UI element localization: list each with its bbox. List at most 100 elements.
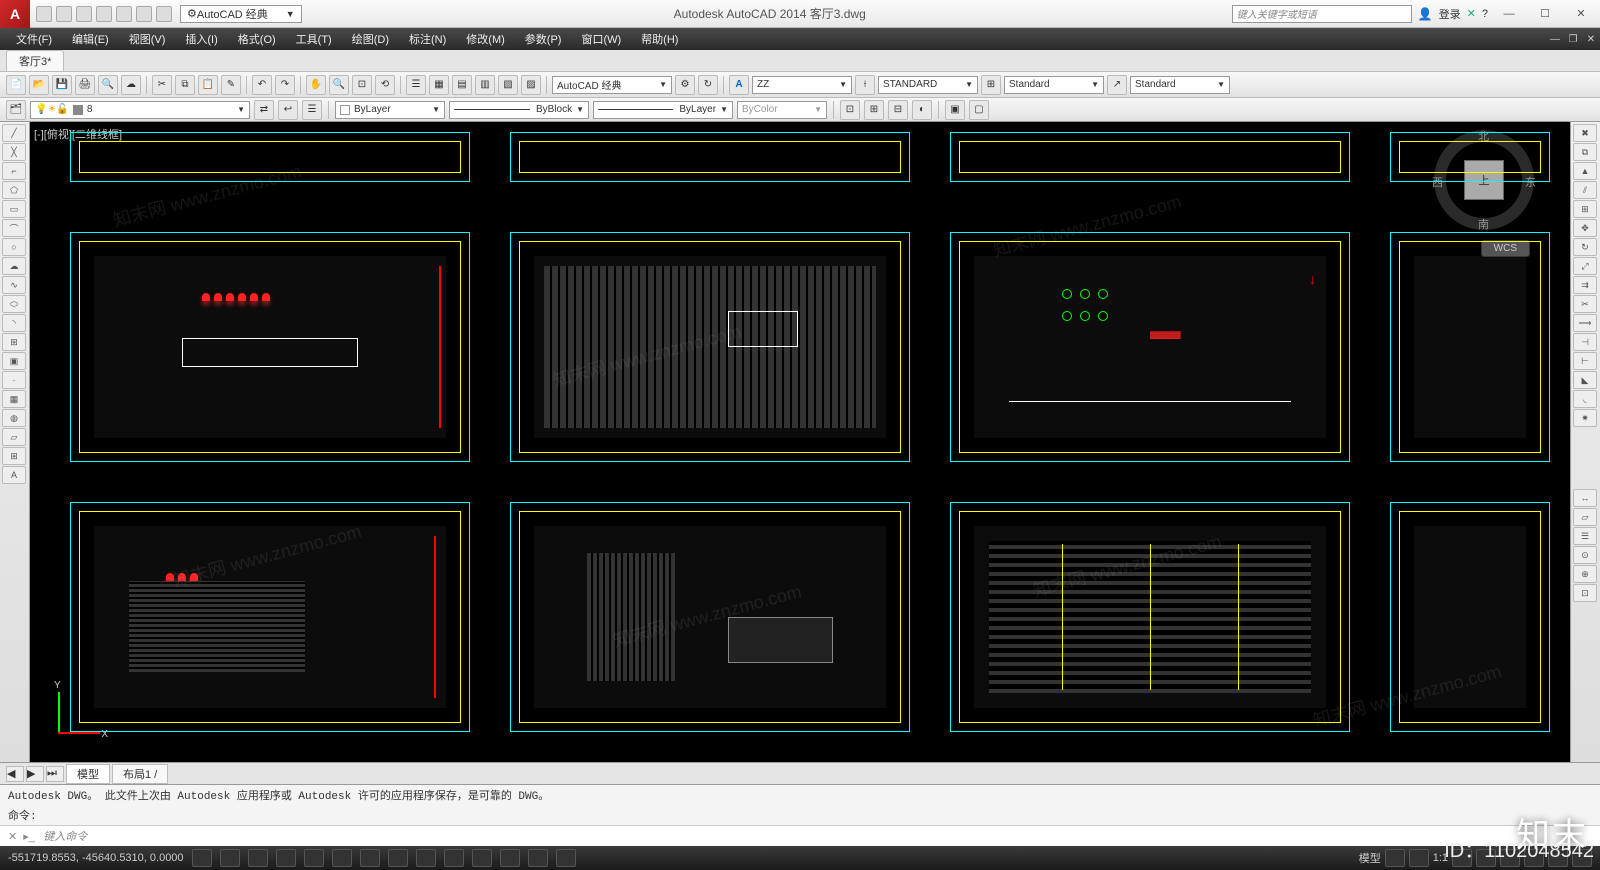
grid-icon[interactable] bbox=[220, 849, 240, 867]
status-grid-icon[interactable] bbox=[1385, 849, 1405, 867]
spline-icon[interactable]: ∿ bbox=[2, 276, 26, 294]
zoom-window-icon[interactable]: ⊡ bbox=[352, 75, 372, 95]
mirror-icon[interactable]: ▲ bbox=[1573, 162, 1597, 180]
doc-restore-button[interactable]: ❐ bbox=[1564, 30, 1582, 48]
print-icon[interactable]: 🖨 bbox=[75, 75, 95, 95]
insert-icon[interactable]: ⊞ bbox=[2, 333, 26, 351]
tpy-icon[interactable] bbox=[472, 849, 492, 867]
save-icon[interactable]: 💾 bbox=[52, 75, 72, 95]
exchange-icon[interactable]: ✕ bbox=[1467, 7, 1476, 20]
menu-modify[interactable]: 修改(M) bbox=[456, 28, 515, 50]
app-logo[interactable]: A bbox=[0, 0, 30, 28]
qselect-icon[interactable]: ⊡ bbox=[1573, 584, 1597, 602]
mleader-sel[interactable]: Standard▼ bbox=[1130, 76, 1230, 94]
maximize-button[interactable]: ☐ bbox=[1530, 4, 1560, 24]
dist-icon[interactable]: ↔ bbox=[1573, 489, 1597, 507]
textstyle-sel[interactable]: ZZ▼ bbox=[752, 76, 852, 94]
workspace-selector[interactable]: ⚙ AutoCAD 经典 ▼ bbox=[180, 5, 302, 23]
sheetset-icon[interactable]: ▥ bbox=[475, 75, 495, 95]
toolpalette-icon[interactable]: ▤ bbox=[452, 75, 472, 95]
redo-icon[interactable]: ↷ bbox=[275, 75, 295, 95]
designcenter-icon[interactable]: ▦ bbox=[429, 75, 449, 95]
layout-tab[interactable]: 布局1 / bbox=[112, 764, 168, 784]
close-cmd-icon[interactable]: ✕ bbox=[8, 830, 17, 843]
menu-file[interactable]: 文件(F) bbox=[6, 28, 62, 50]
hatch-icon[interactable]: ▦ bbox=[2, 390, 26, 408]
lwt-icon[interactable] bbox=[444, 849, 464, 867]
copy2-icon[interactable]: ⧉ bbox=[1573, 143, 1597, 161]
qat-new-icon[interactable] bbox=[36, 6, 52, 22]
copy-icon[interactable]: ⧉ bbox=[175, 75, 195, 95]
menu-window[interactable]: 窗口(W) bbox=[571, 28, 631, 50]
point-icon[interactable]: · bbox=[2, 371, 26, 389]
layer-match-icon[interactable]: ⇄ bbox=[254, 100, 274, 120]
qp-icon[interactable] bbox=[500, 849, 520, 867]
polar-icon[interactable] bbox=[276, 849, 296, 867]
3d-icon[interactable]: ⊟ bbox=[888, 100, 908, 120]
zoom-prev-icon[interactable]: ⟲ bbox=[375, 75, 395, 95]
search-input[interactable]: 键入关键字或短语 bbox=[1232, 5, 1412, 23]
dimstyle-icon[interactable]: ⟊ bbox=[855, 75, 875, 95]
undo-icon[interactable]: ↶ bbox=[252, 75, 272, 95]
qat-undo-icon[interactable] bbox=[136, 6, 152, 22]
extend-icon[interactable]: ⟶ bbox=[1573, 314, 1597, 332]
drawing-canvas[interactable]: [-][俯视][二维线框] 上 北 南 东 西 WCS bbox=[30, 122, 1570, 762]
status-model[interactable]: 模型 bbox=[1359, 850, 1381, 866]
osnap-icon[interactable] bbox=[304, 849, 324, 867]
block-icon[interactable]: ▣ bbox=[2, 352, 26, 370]
misc1-icon[interactable]: ▣ bbox=[945, 100, 965, 120]
trim-icon[interactable]: ✂ bbox=[1573, 295, 1597, 313]
command-input[interactable]: 键入命令 bbox=[43, 828, 1592, 844]
3dosnap-icon[interactable] bbox=[332, 849, 352, 867]
qat-open-icon[interactable] bbox=[56, 6, 72, 22]
region-icon[interactable]: ▱ bbox=[2, 428, 26, 446]
ellipse-icon[interactable]: ⬭ bbox=[2, 295, 26, 313]
fillet-icon[interactable]: ◟ bbox=[1573, 390, 1597, 408]
layer-sel[interactable]: 💡 ☀ 🔓 8 ▼ bbox=[30, 101, 250, 119]
tablestyle-icon[interactable]: ⊞ bbox=[981, 75, 1001, 95]
match-icon[interactable]: ✎ bbox=[221, 75, 241, 95]
status-snap-icon[interactable] bbox=[1409, 849, 1429, 867]
close-button[interactable]: ✕ bbox=[1566, 4, 1596, 24]
2d-icon[interactable]: ⊞ bbox=[864, 100, 884, 120]
list-icon[interactable]: ☰ bbox=[1573, 527, 1597, 545]
menu-format[interactable]: 格式(O) bbox=[228, 28, 286, 50]
area-icon[interactable]: ▱ bbox=[1573, 508, 1597, 526]
color-sel[interactable]: ByLayer▼ bbox=[335, 101, 445, 119]
polygon-icon[interactable]: ⬠ bbox=[2, 181, 26, 199]
coordinates[interactable]: -551719.8553, -45640.5310, 0.0000 bbox=[8, 852, 184, 864]
ws-settings-icon[interactable]: ⚙ bbox=[675, 75, 695, 95]
xline-icon[interactable]: ╳ bbox=[2, 143, 26, 161]
stretch-icon[interactable]: ⇉ bbox=[1573, 276, 1597, 294]
array-icon[interactable]: ⊞ bbox=[1573, 200, 1597, 218]
table-icon[interactable]: ⊞ bbox=[2, 447, 26, 465]
ucs-icon[interactable]: Y X bbox=[40, 692, 100, 752]
break-icon[interactable]: ⊣ bbox=[1573, 333, 1597, 351]
mtext-icon[interactable]: A bbox=[2, 466, 26, 484]
mleader-icon[interactable]: ↗ bbox=[1107, 75, 1127, 95]
offset-icon[interactable]: ⫽ bbox=[1573, 181, 1597, 199]
help-icon[interactable]: ? bbox=[1482, 8, 1488, 20]
pan-icon[interactable]: ✋ bbox=[306, 75, 326, 95]
calc-icon[interactable]: ▨ bbox=[521, 75, 541, 95]
cut-icon[interactable]: ✂ bbox=[152, 75, 172, 95]
dyn-icon[interactable] bbox=[416, 849, 436, 867]
otrack-icon[interactable] bbox=[360, 849, 380, 867]
id-icon[interactable]: ⊙ bbox=[1573, 546, 1597, 564]
tablestyle-sel[interactable]: Standard▼ bbox=[1004, 76, 1104, 94]
erase-icon[interactable]: ✖ bbox=[1573, 124, 1597, 142]
plotstyle-sel[interactable]: ByColor▼ bbox=[737, 101, 827, 119]
qat-print-icon[interactable] bbox=[116, 6, 132, 22]
layer-prev-icon[interactable]: ↩ bbox=[278, 100, 298, 120]
menu-help[interactable]: 帮助(H) bbox=[631, 28, 688, 50]
textstyle-icon[interactable]: A bbox=[729, 75, 749, 95]
move-icon[interactable]: ✥ bbox=[1573, 219, 1597, 237]
line-icon[interactable]: ╱ bbox=[2, 124, 26, 142]
ortho-icon[interactable] bbox=[248, 849, 268, 867]
gradient-icon[interactable]: ◍ bbox=[2, 409, 26, 427]
open-icon[interactable]: 📂 bbox=[29, 75, 49, 95]
file-tab-active[interactable]: 客厅3* bbox=[6, 50, 64, 71]
user-icon[interactable]: 👤 bbox=[1418, 7, 1433, 21]
doc-close-button[interactable]: ✕ bbox=[1582, 30, 1600, 48]
join-icon[interactable]: ⊢ bbox=[1573, 352, 1597, 370]
